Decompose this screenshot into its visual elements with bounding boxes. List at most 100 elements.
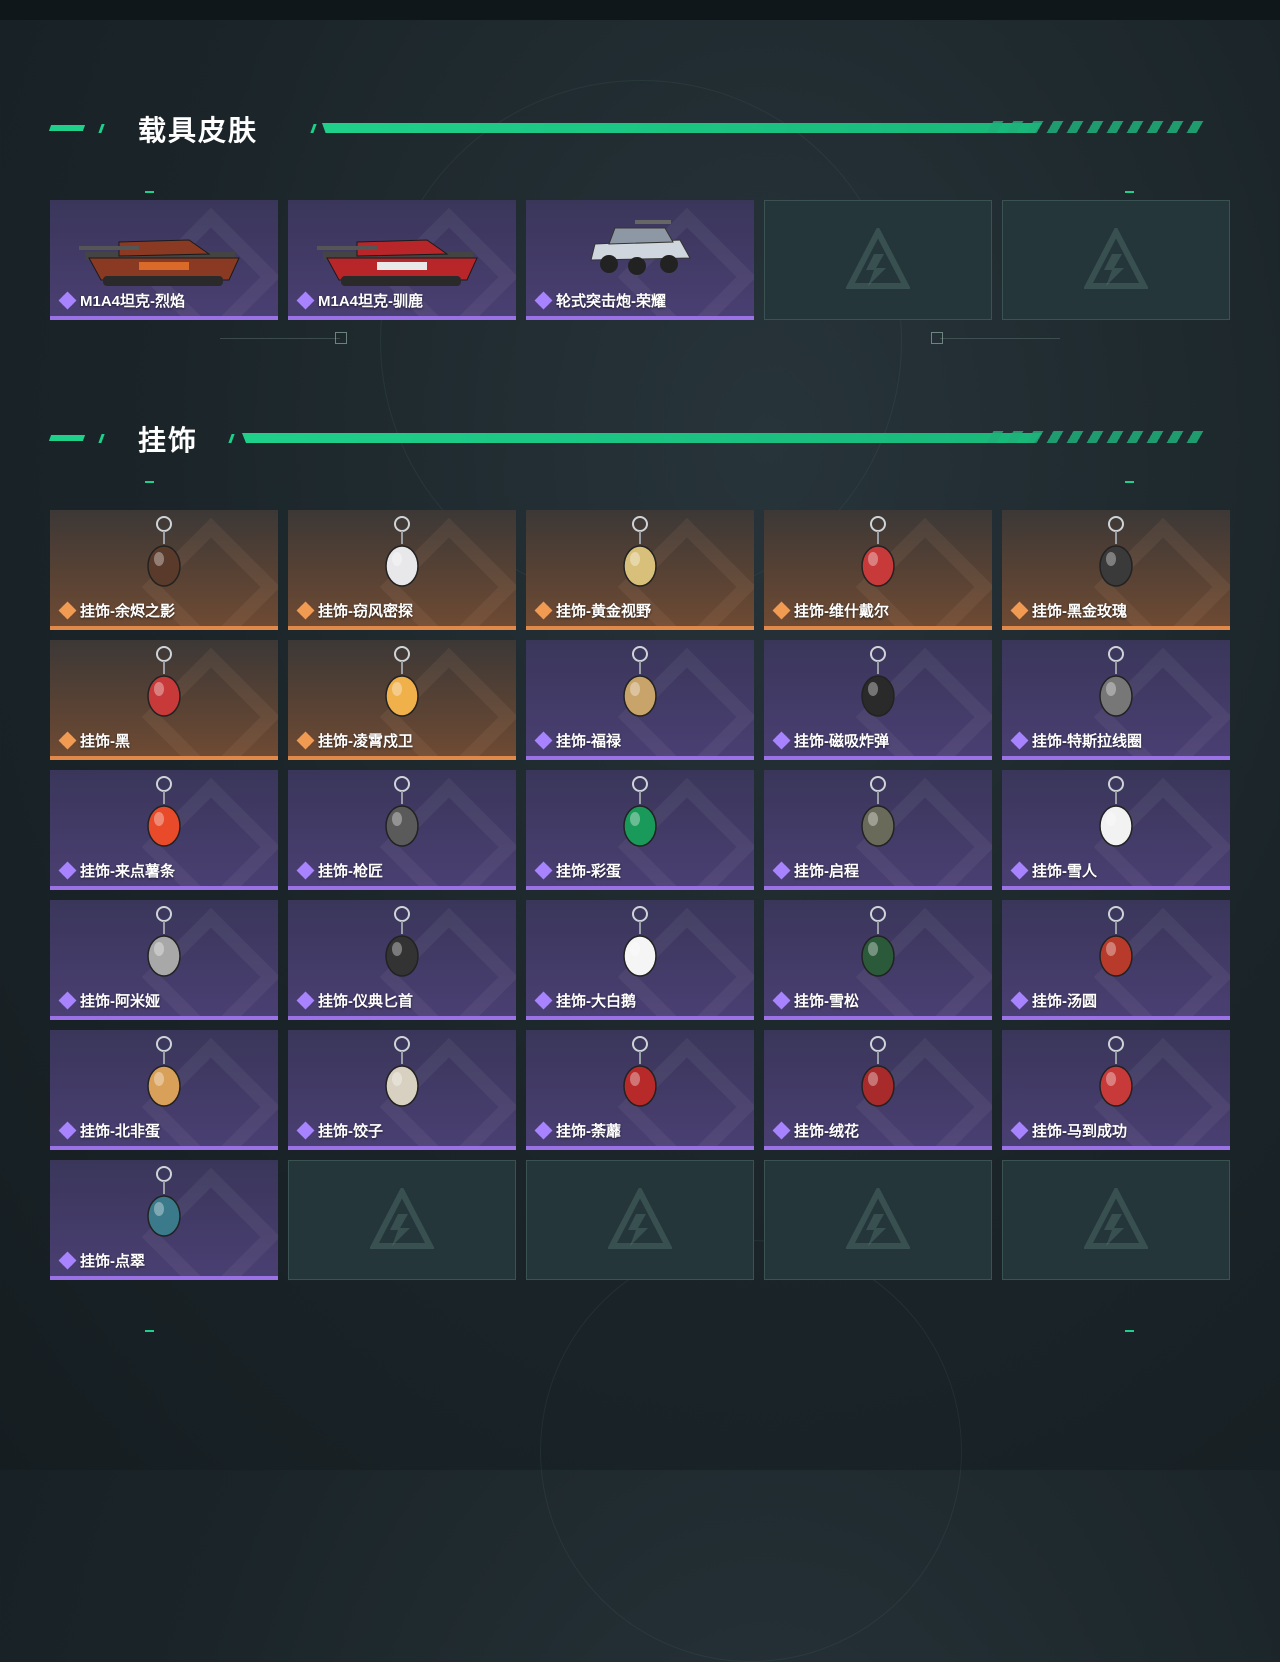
sky-guard-charm-icon bbox=[372, 644, 432, 733]
vehicle-skin-card[interactable]: M1A4坦克-烈焰 bbox=[50, 200, 278, 320]
charm-card[interactable]: 挂饰-黑金玫瑰 bbox=[1002, 510, 1230, 630]
item-label: 挂饰-马到成功 bbox=[1010, 1120, 1127, 1141]
charm-card[interactable]: 挂饰-饺子 bbox=[288, 1030, 516, 1150]
item-name: 挂饰-启程 bbox=[794, 863, 859, 880]
wisdel-charm-icon bbox=[848, 514, 908, 603]
rarity-diamond-icon bbox=[534, 991, 553, 1009]
header-accent-mark bbox=[228, 434, 235, 443]
rarity-diamond-icon bbox=[1010, 601, 1029, 619]
item-name: 挂饰-马到成功 bbox=[1032, 1123, 1127, 1140]
charm-card[interactable]: 挂饰-荼蘼 bbox=[526, 1030, 754, 1150]
hei-charm-icon bbox=[134, 644, 194, 733]
rarity-diamond-icon bbox=[296, 861, 315, 879]
item-name: 挂饰-雪松 bbox=[794, 993, 859, 1010]
rarity-diamond-icon bbox=[772, 601, 791, 619]
charm-card[interactable]: 挂饰-特斯拉线圈 bbox=[1002, 640, 1230, 760]
placeholder-logo-icon bbox=[846, 228, 910, 289]
charm-card[interactable]: 挂饰-枪匠 bbox=[288, 770, 516, 890]
charm-card[interactable]: 挂饰-彩蛋 bbox=[526, 770, 754, 890]
charm-card[interactable]: 挂饰-汤圆 bbox=[1002, 900, 1230, 1020]
rarity-diamond-icon bbox=[534, 291, 553, 309]
item-name: 挂饰-特斯拉线圈 bbox=[1032, 733, 1142, 750]
item-name: 挂饰-阿米娅 bbox=[80, 993, 160, 1010]
item-label: 挂饰-黑 bbox=[58, 730, 130, 751]
departure-charm-icon bbox=[848, 774, 908, 863]
charm-card[interactable]: 挂饰-仪典匕首 bbox=[288, 900, 516, 1020]
rarity-diamond-icon bbox=[58, 1121, 77, 1139]
item-label: 挂饰-荼蘼 bbox=[534, 1120, 621, 1141]
charm-card[interactable]: 挂饰-黄金视野 bbox=[526, 510, 754, 630]
charm-card[interactable]: 挂饰-余烬之影 bbox=[50, 510, 278, 630]
charm-card[interactable]: 挂饰-雪松 bbox=[764, 900, 992, 1020]
bg-ring-decoration-2 bbox=[540, 1240, 962, 1662]
header-accent-mark bbox=[98, 124, 105, 133]
charm-card[interactable]: 挂饰-启程 bbox=[764, 770, 992, 890]
charm-card[interactable]: 挂饰-窃风密探 bbox=[288, 510, 516, 630]
rarity-diamond-icon bbox=[296, 601, 315, 619]
rarity-diamond-icon bbox=[58, 291, 77, 309]
charm-card[interactable]: 挂饰-雪人 bbox=[1002, 770, 1230, 890]
shakshuka-charm-icon bbox=[134, 1034, 194, 1123]
empty-slot bbox=[1002, 200, 1230, 320]
ruler-right bbox=[940, 338, 1060, 339]
charm-card[interactable]: 挂饰-大白鹅 bbox=[526, 900, 754, 1020]
item-name: 挂饰-汤圆 bbox=[1032, 993, 1097, 1010]
charm-card[interactable]: 挂饰-北非蛋 bbox=[50, 1030, 278, 1150]
vehicle-skins-header: 载具皮肤 bbox=[48, 113, 1204, 146]
charm-card[interactable]: 挂饰-点翠 bbox=[50, 1160, 278, 1280]
item-label: 挂饰-福禄 bbox=[534, 730, 621, 751]
amiya-charm-icon bbox=[134, 904, 194, 993]
item-name: 挂饰-黄金视野 bbox=[556, 603, 651, 620]
charm-card[interactable]: 挂饰-维什戴尔 bbox=[764, 510, 992, 630]
item-label: 挂饰-北非蛋 bbox=[58, 1120, 160, 1141]
charm-card[interactable]: 挂饰-磁吸炸弹 bbox=[764, 640, 992, 760]
charm-card[interactable]: 挂饰-来点薯条 bbox=[50, 770, 278, 890]
item-label: 挂饰-黑金玫瑰 bbox=[1010, 600, 1127, 621]
empty-slot bbox=[288, 1160, 516, 1280]
vehicle-skin-card[interactable]: 轮式突击炮-荣耀 bbox=[526, 200, 754, 320]
ruler-marker-left bbox=[335, 332, 347, 344]
charm-card[interactable]: 挂饰-福禄 bbox=[526, 640, 754, 760]
ceremonial-dagger-charm-icon bbox=[372, 904, 432, 993]
easter-egg-charm-icon bbox=[610, 774, 670, 863]
header-accent-bar bbox=[242, 433, 1042, 443]
charms-header: 挂饰 bbox=[48, 423, 1204, 456]
corner-tick bbox=[1125, 1330, 1134, 1332]
rarity-diamond-icon bbox=[1010, 991, 1029, 1009]
corner-tick bbox=[145, 1330, 154, 1332]
item-name: 挂饰-来点薯条 bbox=[80, 863, 175, 880]
corner-tick bbox=[145, 191, 154, 193]
item-name: 挂饰-黑 bbox=[80, 733, 130, 750]
horse-success-charm-icon bbox=[1086, 1034, 1146, 1123]
wheeled-assault-gun-icon bbox=[585, 214, 695, 289]
charm-card[interactable]: 挂饰-黑 bbox=[50, 640, 278, 760]
header-accent-mark bbox=[48, 125, 86, 131]
item-label: 挂饰-磁吸炸弹 bbox=[772, 730, 889, 751]
charm-card[interactable]: 挂饰-凌霄戍卫 bbox=[288, 640, 516, 760]
item-name: 挂饰-北非蛋 bbox=[80, 1123, 160, 1140]
header-accent-bar bbox=[322, 123, 1042, 133]
rarity-diamond-icon bbox=[1010, 731, 1029, 749]
rose-bloom-charm-icon bbox=[610, 1034, 670, 1123]
fortune-gourd-charm-icon bbox=[610, 644, 670, 733]
vehicle-skin-card[interactable]: M1A4坦克-驯鹿 bbox=[288, 200, 516, 320]
item-name: 挂饰-点翠 bbox=[80, 1253, 145, 1270]
charm-card[interactable]: 挂饰-马到成功 bbox=[1002, 1030, 1230, 1150]
item-label: 挂饰-雪人 bbox=[1010, 860, 1097, 881]
item-name: M1A4坦克-烈焰 bbox=[80, 293, 186, 310]
item-name: 挂饰-大白鹅 bbox=[556, 993, 636, 1010]
charm-card[interactable]: 挂饰-阿米娅 bbox=[50, 900, 278, 1020]
item-name: 挂饰-凌霄戍卫 bbox=[318, 733, 413, 750]
ruler-left bbox=[220, 338, 340, 339]
rarity-diamond-icon bbox=[296, 291, 315, 309]
empty-slot bbox=[764, 1160, 992, 1280]
header-checker-pattern bbox=[986, 121, 1204, 133]
item-label: 挂饰-大白鹅 bbox=[534, 990, 636, 1011]
item-label: 挂饰-雪松 bbox=[772, 990, 859, 1011]
rarity-diamond-icon bbox=[772, 731, 791, 749]
item-name: 挂饰-彩蛋 bbox=[556, 863, 621, 880]
rarity-diamond-icon bbox=[296, 731, 315, 749]
charm-card[interactable]: 挂饰-绒花 bbox=[764, 1030, 992, 1150]
item-name: 挂饰-荼蘼 bbox=[556, 1123, 621, 1140]
rarity-diamond-icon bbox=[534, 1121, 553, 1139]
